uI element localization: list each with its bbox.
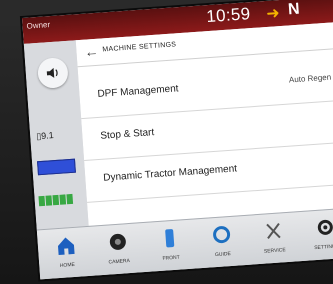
direction-arrow-icon: ➜ — [265, 5, 281, 23]
value-readout: ▯9.1 — [35, 130, 55, 142]
row-label: DPF Management — [97, 83, 179, 100]
meter-segment — [45, 195, 53, 206]
display-screen: Owner 10:59 ➜ N ▯9.1 ← MACHINE SETTINGS … — [22, 0, 333, 280]
meter-segment — [38, 195, 46, 207]
nav-service[interactable]: SERVICE — [247, 216, 302, 262]
front-icon — [165, 229, 175, 248]
gear-indicator: N — [287, 0, 301, 19]
level-meter — [38, 191, 79, 207]
back-arrow-icon[interactable]: ← — [84, 43, 99, 60]
meter-segment — [52, 194, 60, 206]
meter-segment — [59, 194, 67, 205]
volume-button[interactable] — [36, 56, 69, 89]
meter-segment — [66, 193, 74, 205]
settings-panel: ← MACHINE SETTINGS DPF Management Auto R… — [75, 20, 333, 226]
nav-home[interactable]: HOME — [39, 231, 94, 277]
row-label: Stop & Start — [100, 127, 155, 142]
nav-guide[interactable]: GUIDE — [195, 220, 250, 266]
device-frame: Owner 10:59 ➜ N ▯9.1 ← MACHINE SETTINGS … — [0, 0, 333, 284]
page-title: MACHINE SETTINGS — [102, 41, 177, 54]
row-label: Dynamic Tractor Management — [102, 163, 238, 184]
nav-front[interactable]: FRONT — [143, 223, 198, 269]
nav-settings[interactable]: SETTINGS — [298, 213, 333, 259]
nav-camera[interactable]: CAMERA — [91, 227, 146, 273]
clock: 10:59 — [205, 4, 251, 27]
speaker-icon — [46, 67, 58, 78]
owner-label: Owner — [26, 20, 51, 31]
guide-icon — [213, 226, 231, 244]
row-value: Auto Regen — [288, 72, 332, 85]
camera-icon — [109, 233, 126, 250]
fuel-level-bar — [37, 158, 76, 176]
wrench-icon — [266, 222, 281, 239]
gear-icon — [317, 219, 333, 235]
home-icon — [57, 237, 75, 256]
